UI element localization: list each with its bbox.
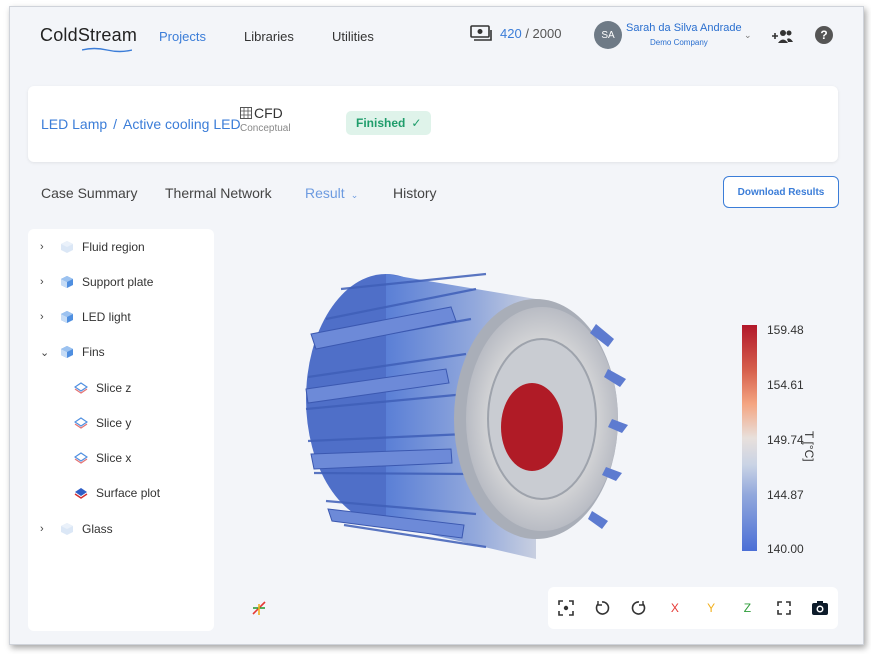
chevron-right-icon[interactable]: ›: [40, 523, 54, 535]
credits-counter[interactable]: 420 / 2000: [470, 25, 561, 41]
focus-icon[interactable]: [556, 600, 576, 616]
chevron-down-icon: ⌄: [350, 190, 359, 200]
layer-outline-icon: [74, 451, 88, 465]
cube-icon: [60, 275, 74, 289]
chevron-right-icon[interactable]: ›: [40, 311, 54, 323]
temperature-colorbar: [742, 325, 757, 551]
tree-item-label: LED light: [82, 310, 131, 324]
view-y-button[interactable]: Y: [701, 601, 721, 615]
viewport-toolbar: X Y Z: [548, 587, 838, 629]
colorbar-mid-label: 149.74: [767, 433, 804, 447]
tree-item-label: Support plate: [82, 275, 154, 289]
credits-value: 420 / 2000: [500, 25, 562, 41]
axis-gizmo-icon: [252, 601, 266, 615]
colorbar-label: 144.87: [767, 488, 804, 502]
money-icon: [470, 25, 492, 41]
tree-item-glass[interactable]: › Glass: [40, 519, 113, 539]
object-tree: › Fluid region › Support plate › LED lig…: [28, 229, 214, 631]
tree-item-support-plate[interactable]: › Support plate: [40, 272, 153, 292]
cube-icon: [60, 310, 74, 324]
chevron-down-icon[interactable]: ⌄: [40, 346, 54, 359]
tree-item-led-light[interactable]: › LED light: [40, 307, 131, 327]
rotate-left-icon[interactable]: [592, 600, 612, 616]
analysis-subtype: Conceptual: [240, 123, 291, 134]
fullscreen-icon[interactable]: [774, 601, 794, 615]
tree-item-label: Surface plot: [96, 486, 161, 500]
camera-icon[interactable]: [810, 600, 830, 616]
logo-wave-icon: [82, 47, 132, 53]
tree-item-label: Fluid region: [82, 240, 145, 254]
tree-item-slice-z[interactable]: Slice z: [68, 378, 131, 398]
rotate-right-icon[interactable]: [629, 600, 649, 616]
chevron-right-icon[interactable]: ›: [40, 241, 54, 253]
tab-history[interactable]: History: [393, 185, 437, 201]
breadcrumb-project[interactable]: LED Lamp: [41, 116, 107, 132]
tab-thermal-network[interactable]: Thermal Network: [165, 185, 272, 201]
check-icon: ✓: [411, 116, 422, 130]
case-header-card: LED Lamp / Active cooling LED CFD Conceptu…: [28, 86, 838, 162]
chevron-right-icon[interactable]: ›: [40, 276, 54, 288]
add-user-icon[interactable]: [770, 27, 794, 45]
layer-filled-icon: [74, 486, 88, 500]
status-badge: Finished ✓: [346, 111, 432, 135]
tree-item-label: Fins: [82, 345, 105, 359]
help-icon[interactable]: ?: [815, 26, 833, 44]
avatar[interactable]: SA: [594, 21, 622, 49]
layer-outline-icon: [74, 381, 88, 395]
tree-item-surface-plot[interactable]: Surface plot: [68, 483, 160, 503]
view-z-button[interactable]: Z: [737, 601, 757, 615]
nav-utilities[interactable]: Utilities: [332, 29, 374, 44]
tree-item-slice-x[interactable]: Slice x: [68, 448, 131, 468]
heatsink-model: [305, 272, 628, 559]
breadcrumb: LED Lamp / Active cooling LED: [41, 116, 241, 132]
grid-icon: [240, 107, 252, 119]
tab-case-summary[interactable]: Case Summary: [41, 185, 137, 201]
user-name[interactable]: Sarah da Silva Andrade: [626, 22, 742, 34]
tab-result-label: Result: [305, 185, 345, 201]
tree-item-label: Slice z: [96, 381, 132, 395]
analysis-type: CFD Conceptual: [240, 105, 291, 134]
3d-viewport[interactable]: [216, 229, 856, 639]
nav-projects[interactable]: Projects: [159, 29, 206, 44]
tree-item-label: Slice x: [96, 451, 132, 465]
nav-libraries[interactable]: Libraries: [244, 29, 294, 44]
tab-result[interactable]: Result ⌄: [305, 185, 358, 201]
download-results-button[interactable]: Download Results: [723, 176, 839, 208]
layer-outline-icon: [74, 416, 88, 430]
tree-item-fluid-region[interactable]: › Fluid region: [40, 237, 145, 257]
logo-text: ColdStream: [40, 25, 138, 45]
app-logo[interactable]: ColdStream: [40, 25, 138, 53]
cube-faded-icon: [60, 522, 74, 536]
colorbar-min-label: 140.00: [767, 542, 804, 556]
analysis-type-label: CFD: [254, 105, 283, 121]
cube-icon: [60, 345, 74, 359]
user-company: Demo Company: [650, 38, 708, 47]
tree-item-slice-y[interactable]: Slice y: [68, 413, 131, 433]
tree-item-fins[interactable]: ⌄ Fins: [40, 342, 105, 362]
tree-item-label: Glass: [82, 522, 113, 536]
top-navigation-bar: ColdStream Projects Libraries Utilities …: [10, 7, 863, 65]
breadcrumb-case[interactable]: Active cooling LED: [123, 116, 241, 132]
chevron-down-icon[interactable]: ⌄: [744, 30, 752, 41]
colorbar-max-label: 159.48: [767, 323, 804, 337]
tree-item-label: Slice y: [96, 416, 132, 430]
colorbar-unit: T [°C]: [802, 431, 816, 462]
status-label: Finished: [356, 116, 406, 130]
app-window: ColdStream Projects Libraries Utilities …: [9, 6, 864, 645]
view-x-button[interactable]: X: [665, 601, 685, 615]
breadcrumb-separator: /: [113, 116, 118, 132]
cube-faded-icon: [60, 240, 74, 254]
colorbar-label: 154.61: [767, 378, 804, 392]
